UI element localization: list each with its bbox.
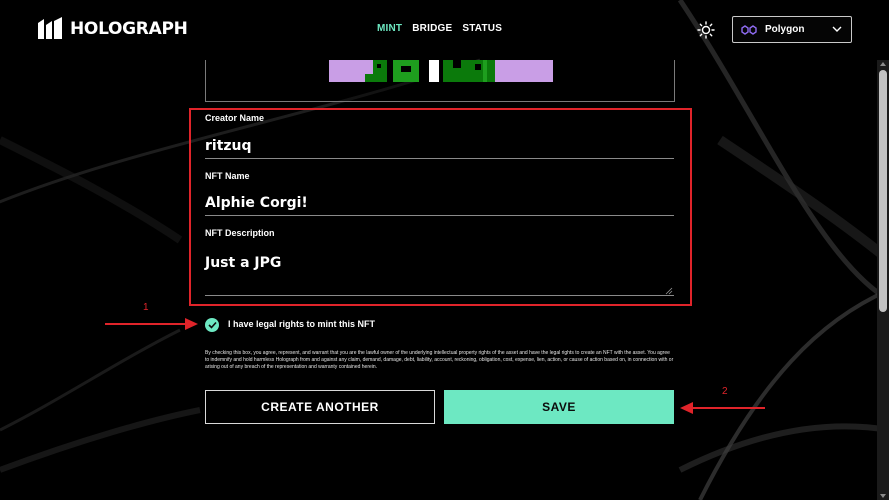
- check-icon: [207, 321, 217, 329]
- nft-name-label: NFT Name: [205, 171, 250, 181]
- legal-disclaimer: By checking this box, you agree, represe…: [205, 350, 674, 370]
- chevron-down-icon: [832, 26, 842, 32]
- nav-mint[interactable]: MINT: [377, 23, 402, 34]
- annotation-number-two: 2: [722, 386, 728, 397]
- create-another-button[interactable]: CREATE ANOTHER: [205, 390, 435, 424]
- nft-preview-image: [329, 60, 553, 82]
- main-nav: MINT BRIDGE STATUS: [377, 23, 502, 34]
- save-button[interactable]: SAVE: [444, 390, 674, 424]
- holograph-logo-icon: [38, 17, 62, 39]
- legal-rights-checkbox[interactable]: [205, 318, 219, 332]
- nft-description-textarea[interactable]: Just a JPG: [205, 255, 281, 271]
- scrollbar-thumb[interactable]: [879, 70, 887, 312]
- annotation-arrow-right-icon: [105, 318, 198, 330]
- creator-name-label: Creator Name: [205, 113, 265, 123]
- polygon-icon: [741, 24, 757, 35]
- scroll-up-arrow[interactable]: [880, 62, 886, 66]
- nav-status[interactable]: STATUS: [462, 23, 502, 34]
- annotation-number-one: 1: [143, 302, 149, 313]
- network-label: Polygon: [765, 24, 805, 35]
- top-header: HOLOGRAPH MINT BRIDGE STATUS Polygon: [0, 0, 889, 60]
- creator-name-input[interactable]: ritzuq: [205, 138, 252, 154]
- logo-text: HOLOGRAPH: [70, 19, 188, 39]
- nav-bridge[interactable]: BRIDGE: [412, 23, 452, 34]
- nft-name-underline: [205, 215, 674, 216]
- nft-description-underline: [205, 295, 674, 296]
- legal-rights-label: I have legal rights to mint this NFT: [228, 319, 376, 329]
- nft-preview-card: [205, 60, 675, 102]
- nft-name-input[interactable]: Alphie Corgi!: [205, 195, 308, 211]
- holograph-logo[interactable]: HOLOGRAPH: [38, 17, 188, 41]
- nft-description-label: NFT Description: [205, 228, 275, 238]
- sun-icon[interactable]: [697, 21, 715, 39]
- page-scrollbar[interactable]: [877, 60, 889, 500]
- network-selector[interactable]: Polygon: [732, 16, 852, 43]
- resize-handle-icon[interactable]: [665, 287, 673, 295]
- scroll-down-arrow[interactable]: [880, 494, 886, 498]
- creator-name-underline: [205, 158, 674, 159]
- annotation-arrow-left-icon: [680, 402, 765, 414]
